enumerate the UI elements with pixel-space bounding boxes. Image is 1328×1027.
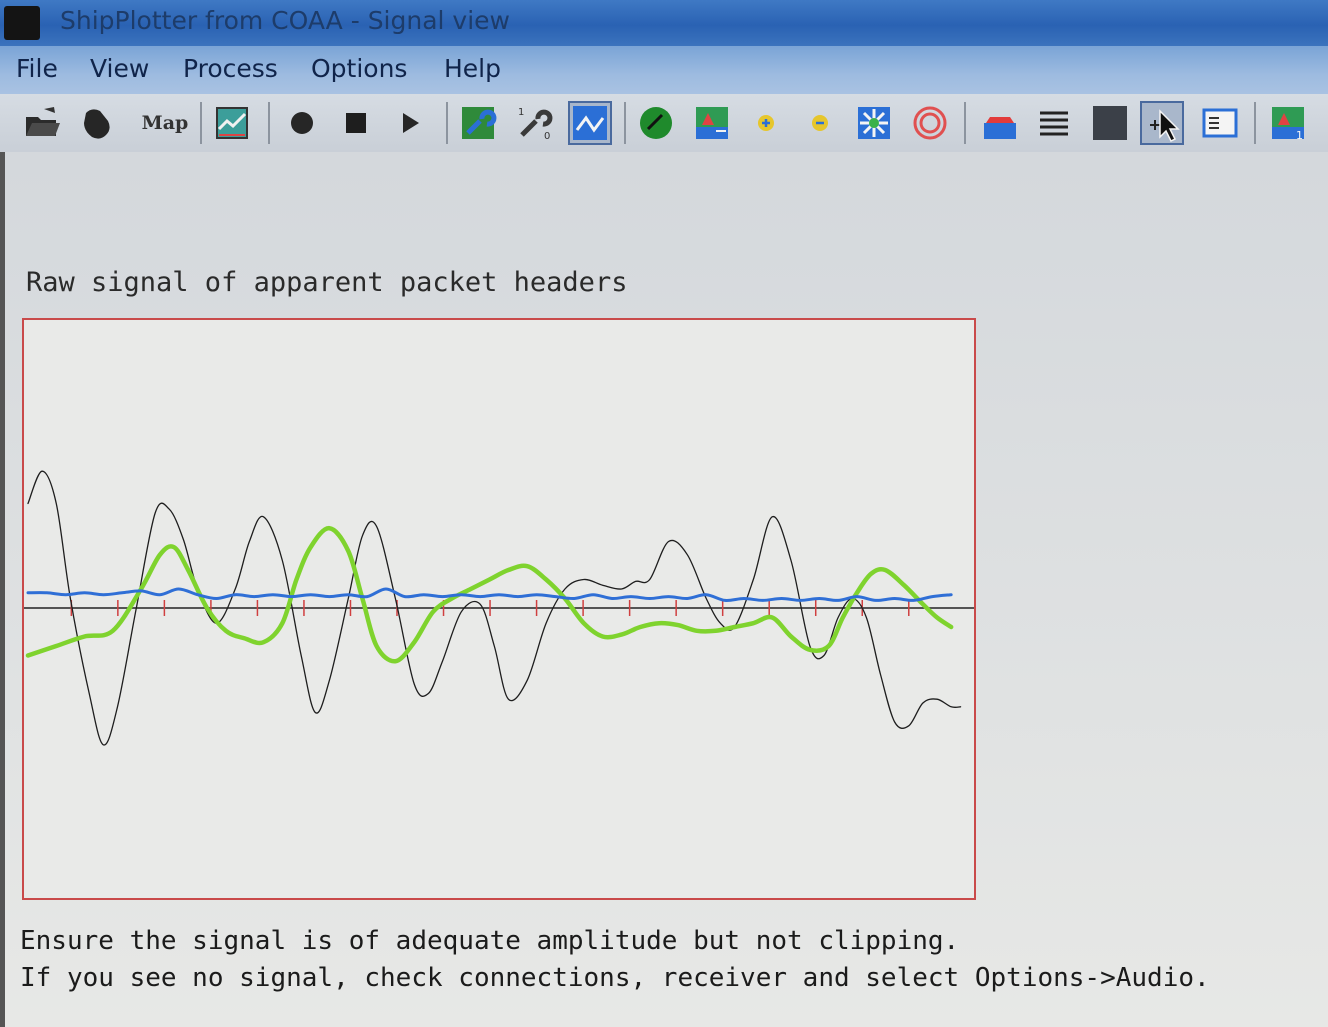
plot-title: Raw signal of apparent packet headers	[26, 267, 628, 298]
svg-text:1: 1	[1296, 129, 1303, 142]
tools-numbered-icon[interactable]: 10	[512, 101, 556, 145]
title-bar: ShipPlotter from COAA - Signal view	[0, 0, 1328, 46]
menu-bar: File View Process Options Help	[0, 46, 1328, 94]
window-title: ShipPlotter from COAA - Signal view	[60, 6, 510, 35]
menu-process[interactable]: Process	[183, 54, 278, 83]
range-rings-icon[interactable]	[908, 101, 952, 145]
toolbar-separator	[200, 102, 202, 144]
ship-map-icon[interactable]	[690, 101, 734, 145]
boat-icon[interactable]	[978, 101, 1022, 145]
green-disc-icon[interactable]	[634, 101, 678, 145]
window-info-icon[interactable]	[1198, 101, 1242, 145]
pointer-icon[interactable]	[1140, 101, 1184, 145]
toolbar-separator	[446, 102, 448, 144]
ship-map-numbered-icon[interactable]: 1	[1266, 101, 1310, 145]
toolbar-separator	[964, 102, 966, 144]
signal-plot	[22, 318, 976, 900]
chart-image-icon[interactable]	[210, 101, 254, 145]
list-lines-icon[interactable]	[1032, 101, 1076, 145]
zoom-in-icon[interactable]	[744, 101, 788, 145]
app-icon[interactable]	[4, 6, 40, 40]
toolbar-separator	[268, 102, 270, 144]
baseline-signal-line	[26, 587, 953, 602]
play-icon[interactable]	[388, 101, 432, 145]
menu-options[interactable]: Options	[311, 54, 407, 83]
status-line-connections: If you see no signal, check connections,…	[20, 963, 1210, 993]
map-label: Map	[141, 112, 189, 134]
status-line-amplitude: Ensure the signal is of adequate amplitu…	[20, 926, 960, 956]
menu-file[interactable]: File	[16, 54, 58, 83]
record-icon[interactable]	[280, 101, 324, 145]
zoom-out-icon[interactable]	[798, 101, 842, 145]
dark-panel-icon[interactable]	[1088, 101, 1132, 145]
signal-view-icon[interactable]	[568, 101, 612, 145]
toolbar-separator	[624, 102, 626, 144]
map-text-icon[interactable]: Map	[140, 101, 190, 145]
hand-icon[interactable]	[74, 101, 118, 145]
open-folder-icon[interactable]	[20, 101, 64, 145]
menu-help[interactable]: Help	[444, 54, 501, 83]
svg-text:1: 1	[518, 107, 524, 118]
svg-text:0: 0	[544, 131, 550, 142]
map-target-icon[interactable]	[852, 101, 896, 145]
signal-plot-canvas	[24, 470, 974, 746]
menu-view[interactable]: View	[90, 54, 149, 83]
tools-wrench-icon[interactable]	[456, 101, 500, 145]
stop-icon[interactable]	[334, 101, 378, 145]
toolbar-separator	[1254, 102, 1256, 144]
toolbar: Map 10 1	[0, 94, 1328, 155]
